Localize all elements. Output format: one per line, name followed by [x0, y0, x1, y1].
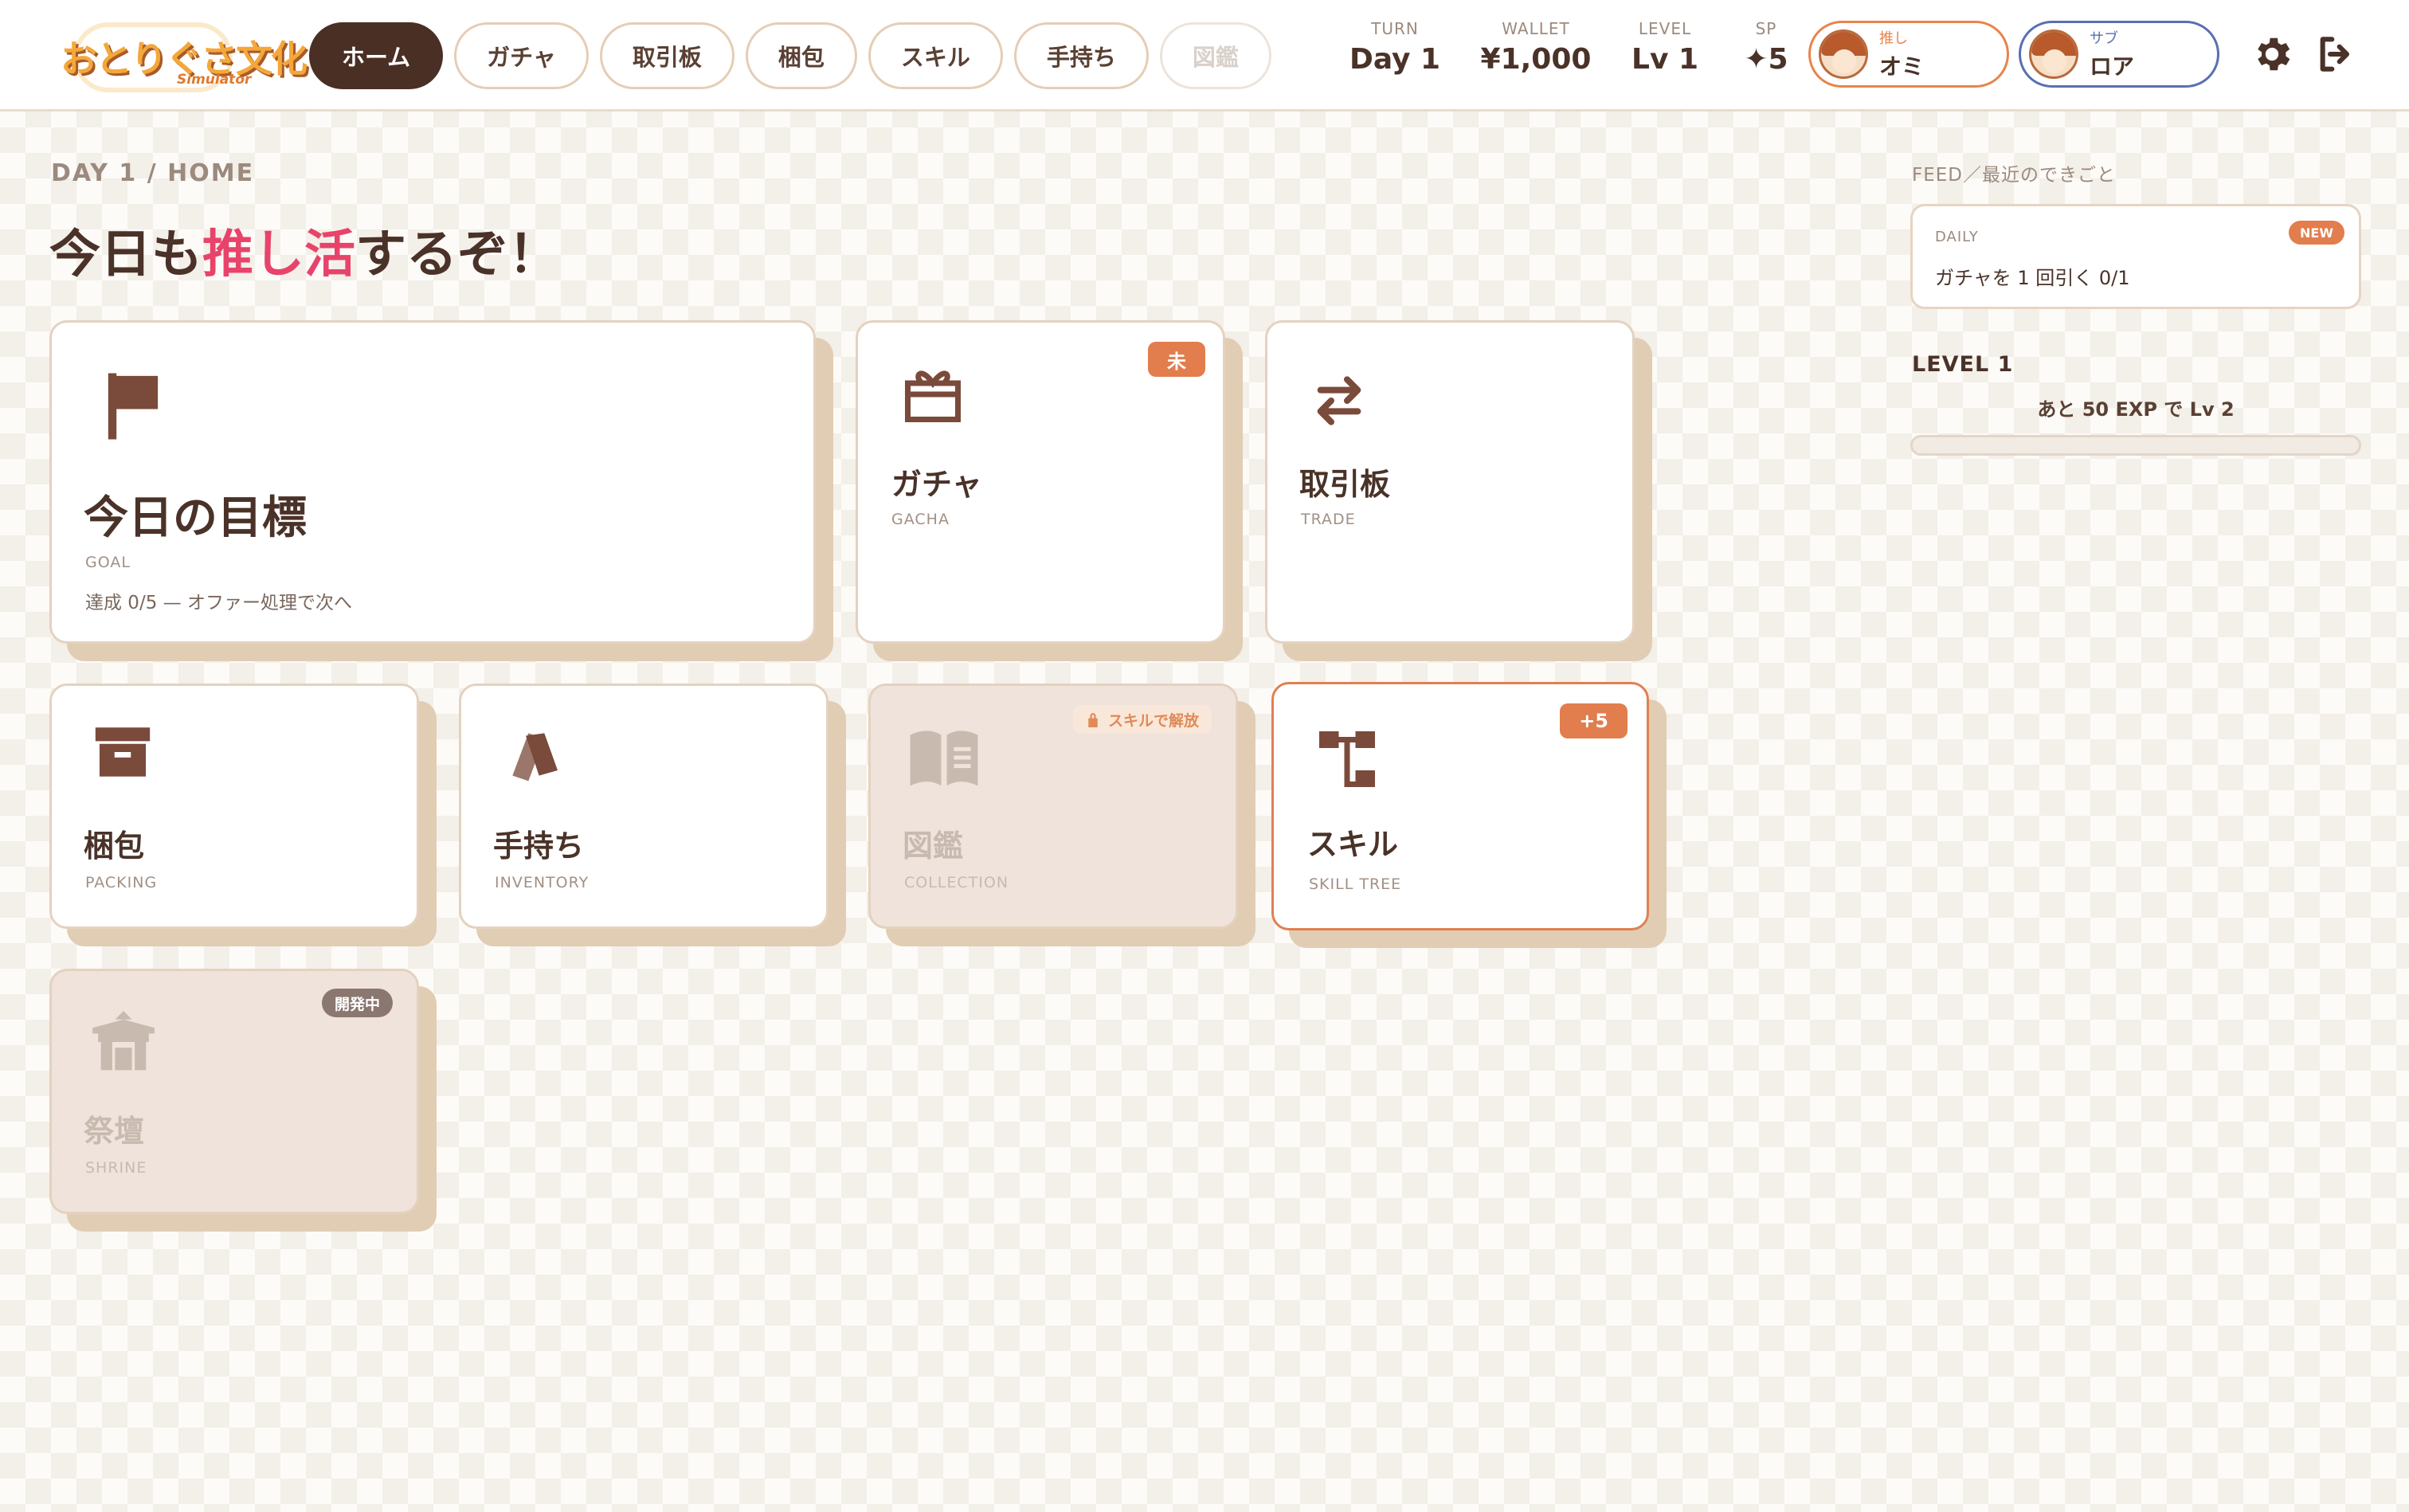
sub-name: ロア [2090, 53, 2135, 80]
trade-sub: TRADE [1301, 511, 1356, 528]
cards-icon [512, 733, 558, 781]
goal-title: 今日の目標 [84, 492, 307, 544]
feed-heading: FEED／最近のできごと [1912, 165, 2117, 186]
flag-icon [108, 373, 159, 440]
collection-lock-badge: スキルで解放 [1072, 705, 1212, 734]
tab-inventory[interactable]: 手持ち [1013, 22, 1149, 89]
oshi-character-chip[interactable]: 推し オミ [1808, 21, 2009, 88]
gacha-title: ガチャ [891, 467, 982, 502]
skill-title: スキル [1307, 827, 1399, 862]
level-heading: LEVEL 1 [1912, 352, 2014, 377]
shrine-dev-badge: 開発中 [321, 989, 393, 1017]
trade-card[interactable]: 取引板 TRADE [1265, 320, 1635, 644]
packing-sub: PACKING [85, 874, 158, 891]
collection-title: 図鑑 [903, 828, 964, 864]
open-book-icon [910, 731, 978, 786]
skill-points-badge: +5 [1560, 703, 1628, 738]
stat-level-value: Lv 1 [1631, 43, 1698, 76]
stat-sp: SP ✦5 [1737, 19, 1796, 76]
main-nav: ホーム ガチャ 取引板 梱包 スキル 手持ち 図鑑 [309, 22, 1271, 89]
collection-lock-text: スキルで解放 [1107, 711, 1199, 730]
lock-icon [1088, 713, 1098, 727]
skill-card[interactable]: +5 スキル SKILL TREE [1271, 682, 1649, 930]
swap-arrows-icon [1317, 376, 1361, 425]
title-prefix: 今日も [49, 225, 202, 284]
oshi-avatar [1819, 29, 1868, 79]
skill-tree-icon [1319, 731, 1375, 787]
title-highlight: 推し活 [202, 225, 355, 284]
feed-tag: DAILY [1935, 229, 1979, 245]
collection-card: スキルで解放 図鑑 COLLECTION [868, 684, 1238, 929]
oshi-role-label: 推し [1879, 30, 1908, 47]
feed-text: ガチャを 1 回引く 0/1 [1935, 267, 2130, 289]
stat-turn-label: TURN [1371, 19, 1419, 38]
gear-icon[interactable] [2250, 32, 2294, 76]
gift-box-icon [905, 370, 961, 422]
stat-level: LEVEL Lv 1 [1625, 19, 1705, 76]
stat-wallet-value: ¥1,000 [1480, 43, 1592, 76]
breadcrumb: DAY 1 / HOME [51, 159, 255, 187]
trade-title: 取引板 [1299, 467, 1391, 502]
stat-level-label: LEVEL [1638, 19, 1692, 38]
sub-character-chip[interactable]: サブ ロア [2019, 21, 2219, 88]
tab-packing[interactable]: 梱包 [745, 22, 857, 89]
sub-avatar [2029, 29, 2078, 79]
stat-turn-value: Day 1 [1349, 43, 1441, 76]
tab-home[interactable]: ホーム [309, 22, 444, 89]
top-header: おとりぐさ文化 Simulator ホーム ガチャ 取引板 梱包 スキル 手持ち… [0, 0, 2409, 112]
packing-title: 梱包 [84, 828, 145, 864]
inventory-sub: INVENTORY [495, 874, 590, 891]
title-suffix: するぞ！ [355, 225, 559, 284]
archive-box-icon [95, 727, 151, 777]
stat-sp-value: ✦5 [1744, 43, 1788, 76]
goal-card[interactable]: 今日の目標 GOAL 達成 0/5 — オファー処理で次へ [49, 320, 816, 644]
gacha-sub: GACHA [891, 511, 950, 528]
level-next-text: あと 50 EXP で Lv 2 [2037, 398, 2235, 421]
oshi-name: オミ [1879, 53, 1925, 80]
feed-item[interactable]: DAILY NEW ガチャを 1 回引く 0/1 [1910, 204, 2361, 309]
tab-skill[interactable]: スキル [868, 22, 1003, 89]
goal-progress: 達成 0/5 — オファー処理で次へ [85, 593, 352, 613]
stat-sp-label: SP [1755, 19, 1777, 38]
stat-wallet-label: WALLET [1502, 19, 1570, 38]
shrine-sub: SHRINE [85, 1159, 147, 1177]
packing-card[interactable]: 梱包 PACKING [49, 684, 419, 929]
skill-sub: SKILL TREE [1309, 875, 1402, 893]
tab-gacha[interactable]: ガチャ [454, 22, 589, 89]
shrine-icon [92, 1011, 155, 1071]
collection-sub: COLLECTION [904, 874, 1009, 891]
stat-wallet: WALLET ¥1,000 [1480, 19, 1592, 76]
logout-icon[interactable] [2313, 32, 2358, 76]
gacha-card[interactable]: 未 ガチャ GACHA [856, 320, 1225, 644]
shrine-card: 開発中 祭壇 SHRINE [49, 969, 419, 1214]
page-title: 今日も推し活するぞ！ [49, 213, 559, 287]
new-badge: NEW [2289, 221, 2344, 245]
sub-role-label: サブ [2090, 30, 2118, 47]
logo-subtitle: Simulator [177, 72, 252, 88]
shrine-title: 祭壇 [84, 1114, 145, 1149]
tab-collection: 図鑑 [1159, 22, 1271, 89]
stat-turn: TURN Day 1 [1346, 19, 1443, 76]
goal-sub: GOAL [85, 554, 131, 571]
inventory-title: 手持ち [493, 828, 585, 864]
tab-trade[interactable]: 取引板 [599, 22, 734, 89]
gacha-status-badge: 未 [1148, 342, 1205, 377]
app-logo[interactable]: おとりぐさ文化 Simulator [57, 19, 307, 96]
inventory-card[interactable]: 手持ち INVENTORY [459, 684, 828, 929]
exp-progress-bar [1910, 435, 2361, 456]
